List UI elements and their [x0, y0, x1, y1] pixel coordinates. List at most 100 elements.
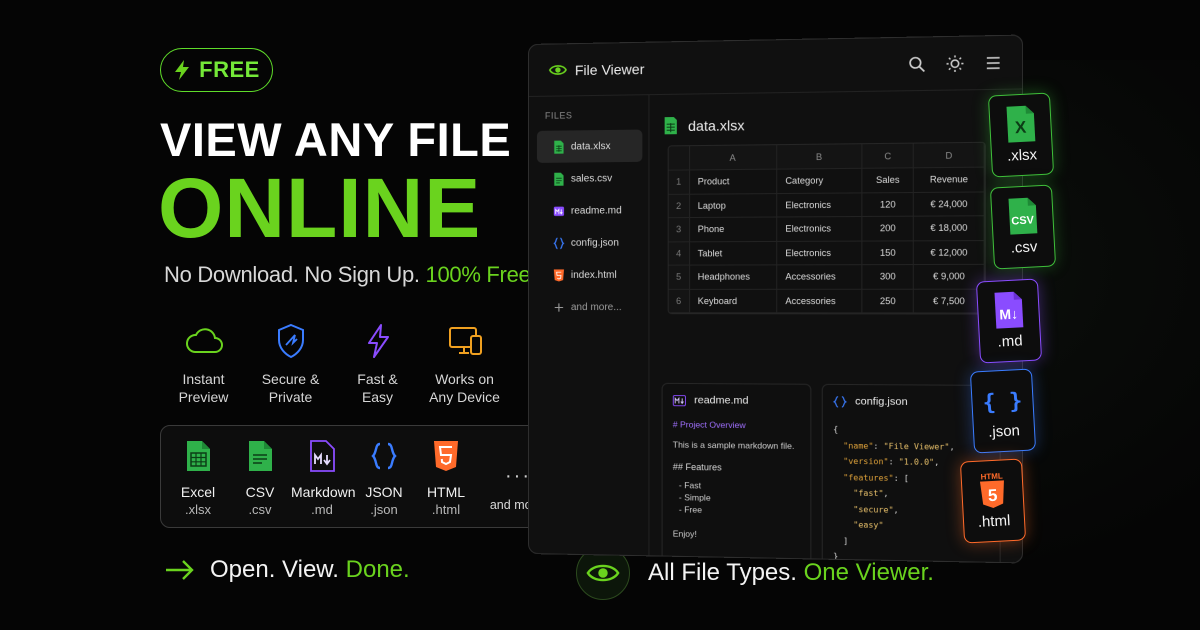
- file-card-glyph: { }: [983, 389, 1021, 416]
- slogan-left-label: Open. View. Done.: [210, 556, 410, 584]
- sidebar-item-sales-csv[interactable]: sales.csv: [537, 162, 642, 195]
- excel-icon: [554, 140, 564, 154]
- html5-icon: HTML 5: [979, 471, 1004, 508]
- excel-icon: X: [1006, 105, 1036, 143]
- table-cell[interactable]: 120: [861, 191, 914, 217]
- json-bracket: [: [903, 473, 909, 483]
- column-letter: C: [861, 143, 914, 169]
- table-cell[interactable]: € 7,500: [913, 288, 985, 313]
- feature-instant-preview: Instant Preview: [160, 322, 247, 406]
- table-cell[interactable]: € 12,000: [913, 240, 985, 265]
- table-cell[interactable]: Electronics: [776, 216, 862, 241]
- sidebar-item-config-json[interactable]: config.json: [537, 226, 642, 259]
- md-heading: # Project Overview: [672, 419, 746, 431]
- file-viewer-window: File Viewer FILES data.xlsx sales.csv re…: [528, 34, 1024, 564]
- app-title: File Viewer: [574, 60, 645, 78]
- table-cell[interactable]: Category: [776, 168, 862, 194]
- file-card-ext: .json: [987, 422, 1021, 441]
- table-cell[interactable]: 200: [861, 216, 914, 241]
- cloud-icon: [185, 328, 223, 353]
- file-card-ext: .csv: [1010, 238, 1038, 257]
- table-cell[interactable]: Electronics: [776, 192, 862, 217]
- json-line: "name": "File Viewer",: [843, 440, 955, 452]
- feature-label: Instant: [182, 371, 225, 387]
- md-subheading: ## Features: [672, 461, 722, 473]
- csv-icon: [249, 441, 272, 471]
- slogan-right-highlight: One Viewer.: [803, 559, 934, 586]
- table-cell[interactable]: € 9,000: [913, 264, 985, 289]
- search-icon[interactable]: [907, 54, 926, 73]
- table-cell[interactable]: Revenue: [913, 167, 985, 192]
- markdown-icon: M↓: [994, 291, 1024, 329]
- file-card-md: M↓ .md: [975, 278, 1043, 364]
- json-key: "name": [843, 440, 874, 451]
- feature-label: Secure &: [261, 371, 320, 387]
- slogan-left-text: Open. View.: [210, 556, 346, 583]
- table-cell[interactable]: € 18,000: [913, 215, 985, 241]
- file-card-ext: .xlsx: [1006, 146, 1038, 165]
- spreadsheet-grid[interactable]: A B C D 1 Product Category Sales Revenue…: [667, 141, 986, 315]
- json-value: "File Viewer": [883, 441, 950, 452]
- sidebar-item-label: index.html: [570, 269, 617, 281]
- table-cell[interactable]: € 24,000: [913, 191, 985, 217]
- devices-icon: [448, 327, 482, 355]
- json-icon: { }: [983, 389, 1021, 416]
- json-icon: [553, 236, 565, 249]
- table-cell[interactable]: Sales: [861, 167, 914, 193]
- table-cell[interactable]: 150: [861, 240, 914, 265]
- sidebar-item-data-xlsx[interactable]: data.xlsx: [536, 129, 643, 163]
- html5-icon: [434, 441, 458, 471]
- table-cell[interactable]: Tablet: [689, 240, 777, 266]
- file-type-name: Excel: [180, 484, 216, 500]
- lightning-icon: [175, 60, 190, 80]
- json-line: {: [833, 424, 839, 435]
- table-cell[interactable]: Electronics: [776, 240, 862, 265]
- table-cell[interactable]: Keyboard: [689, 288, 777, 313]
- table-cell[interactable]: Laptop: [689, 193, 777, 218]
- free-badge-label: FREE: [199, 57, 260, 82]
- row-number: 5: [668, 265, 690, 289]
- file-card-glyph: CSV: [1011, 214, 1035, 227]
- column-letter: A: [689, 145, 777, 170]
- sidebar-item-label: readme.md: [570, 204, 622, 217]
- table-cell[interactable]: 300: [861, 264, 914, 289]
- file-card-glyph: 5: [987, 486, 997, 505]
- tagline-text: No Download. No Sign Up.: [164, 262, 426, 287]
- menu-icon[interactable]: [984, 53, 1003, 72]
- table-cell[interactable]: Accessories: [776, 264, 862, 289]
- feature-label: Preview: [178, 389, 229, 405]
- corner-cell: [668, 146, 690, 171]
- panel-title: config.json: [855, 395, 908, 409]
- json-value: "1.0.0": [898, 457, 935, 467]
- json-key: "features": [843, 472, 894, 483]
- table-cell[interactable]: Accessories: [776, 288, 862, 313]
- table-cell[interactable]: Product: [689, 169, 777, 194]
- json-bracket: ]: [843, 535, 849, 546]
- sidebar-item-readme-md[interactable]: readme.md: [537, 194, 642, 227]
- file-card-json: { } .json: [969, 368, 1037, 454]
- slogan-open-view-done: Open. View. Done.: [164, 556, 410, 584]
- json-key: "version": [843, 456, 889, 467]
- file-card-glyph: HTML: [980, 471, 1003, 481]
- md-paragraph: Enjoy!: [672, 528, 697, 540]
- csv-icon: [554, 172, 564, 186]
- row-number: 2: [668, 193, 690, 218]
- markdown-icon: [553, 206, 565, 216]
- table-cell[interactable]: Phone: [689, 216, 777, 242]
- table-cell[interactable]: Headphones: [689, 264, 777, 289]
- eye-icon: [586, 564, 620, 582]
- sidebar-item-index-html[interactable]: index.html: [537, 259, 642, 291]
- file-type-json: JSON .json: [353, 440, 415, 517]
- theme-toggle-icon[interactable]: [945, 54, 964, 73]
- file-type-csv: CSV .csv: [229, 440, 291, 517]
- row-number: 4: [668, 241, 690, 266]
- readme-preview-panel[interactable]: readme.md # Project Overview This is a s…: [661, 382, 812, 564]
- sidebar-item-more[interactable]: and more...: [537, 291, 642, 323]
- row-number: 1: [668, 169, 690, 194]
- table-cell[interactable]: 250: [861, 288, 914, 313]
- json-value: "fast": [853, 488, 884, 499]
- feature-label: Easy: [361, 389, 394, 405]
- column-letter: B: [776, 144, 862, 170]
- file-card-glyph: M↓: [999, 306, 1018, 323]
- html5-icon: [553, 268, 565, 282]
